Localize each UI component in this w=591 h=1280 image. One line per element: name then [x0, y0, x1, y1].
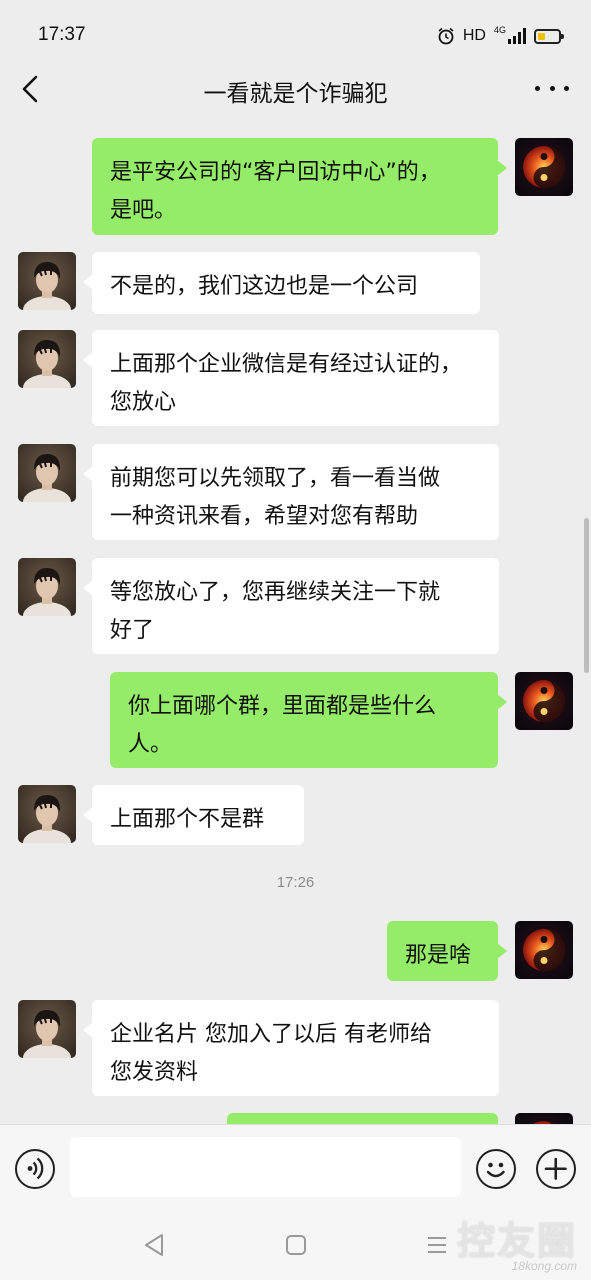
- message-text-line: 您放心: [110, 390, 177, 415]
- contact-avatar[interactable]: [18, 558, 76, 616]
- message-text-line: 一种资讯来看，希望对您有帮助: [110, 504, 419, 529]
- scroll-indicator[interactable]: [584, 518, 589, 673]
- message-text-line: 您发资料: [110, 1060, 199, 1085]
- voice-button[interactable]: [15, 1149, 55, 1189]
- battery-icon: [534, 28, 564, 44]
- emoji-icon: [486, 1162, 505, 1178]
- more-button[interactable]: [535, 76, 569, 100]
- system-back-button[interactable]: [140, 1230, 170, 1260]
- message-text-line: 等您放心了，您再继续关注一下就: [110, 580, 441, 605]
- received-message-bubble[interactable]: 等您放心了，您再继续关注一下就 好了: [83, 558, 499, 654]
- received-message-bubble[interactable]: 不是的，我们这边也是一个公司: [83, 252, 480, 314]
- message-text-line: 是平安公司的“客户回访中心”的，: [110, 160, 441, 185]
- message-text-line: 好了: [110, 618, 155, 643]
- sent-message-bubble[interactable]: 你上面哪个群，里面都是些什么 人。: [110, 672, 507, 768]
- message-text-line: 企业名片 您加入了以后 有老师给: [110, 1022, 432, 1047]
- received-message-bubble[interactable]: 上面那个不是群: [83, 785, 304, 845]
- network-type: 4G: [493, 25, 506, 35]
- message-text-line: 是吧。: [110, 198, 177, 223]
- message-text-line: 不是的，我们这边也是一个公司: [110, 274, 419, 299]
- system-nav-bar: 控友圈 18kong.com: [0, 1210, 591, 1280]
- status-icons: HD 4G: [437, 24, 564, 48]
- status-time: 17:37: [38, 24, 86, 45]
- menu-lines-icon: [428, 1237, 446, 1253]
- contact-avatar[interactable]: [18, 785, 76, 843]
- my-avatar[interactable]: [515, 672, 573, 730]
- chat-header: 一看就是个诈骗犯: [0, 66, 591, 116]
- message-timestamp: 17:26: [276, 874, 315, 891]
- hd-indicator: HD: [462, 27, 486, 44]
- contact-avatar[interactable]: [18, 1000, 76, 1058]
- received-message-bubble[interactable]: 前期您可以先领取了，看一看当做 一种资讯来看，希望对您有帮助: [83, 444, 499, 540]
- square-home-icon: [286, 1235, 306, 1255]
- sent-message-bubble[interactable]: 那是啥: [387, 921, 507, 981]
- emoji-button[interactable]: [476, 1149, 516, 1189]
- plus-icon: [544, 1157, 567, 1180]
- contact-avatar[interactable]: [18, 444, 76, 502]
- plus-button[interactable]: [536, 1149, 576, 1189]
- alarm-icon: [438, 27, 454, 45]
- system-menu-button[interactable]: [422, 1230, 452, 1260]
- status-bar: 17:37 HD 4G: [0, 0, 591, 66]
- message-input[interactable]: [70, 1137, 461, 1197]
- received-message-bubble[interactable]: 上面那个企业微信是有经过认证的， 您放心: [83, 330, 499, 426]
- message-text-line: 人。: [128, 732, 173, 757]
- system-home-button[interactable]: [281, 1230, 311, 1260]
- message-text-line: 你上面哪个群，里面都是些什么: [128, 694, 437, 719]
- my-avatar[interactable]: [515, 138, 573, 196]
- message-text-line: 前期您可以先领取了，看一看当做: [110, 466, 441, 491]
- voice-icon: [27, 1157, 44, 1180]
- message-text-line: 上面那个不是群: [110, 807, 265, 832]
- battery-level: [538, 32, 546, 40]
- signal-icon: [508, 28, 526, 44]
- contact-avatar[interactable]: [18, 330, 76, 388]
- watermark: 控友圈 18kong.com: [457, 1210, 577, 1273]
- input-bar: [0, 1124, 591, 1210]
- message-text-line: 上面那个企业微信是有经过认证的，: [110, 352, 463, 377]
- sent-message-bubble[interactable]: 是平安公司的“客户回访中心”的， 是吧。: [92, 138, 507, 235]
- triangle-back-icon: [145, 1234, 163, 1256]
- message-text-line: 那是啥: [405, 943, 472, 968]
- received-message-bubble[interactable]: 企业名片 您加入了以后 有老师给 您发资料: [83, 1000, 499, 1096]
- contact-avatar[interactable]: [18, 252, 76, 310]
- chat-title: 一看就是个诈骗犯: [203, 81, 388, 107]
- watermark-text: 控友圈: [456, 1219, 577, 1263]
- more-dots-icon: [535, 85, 540, 91]
- my-avatar[interactable]: [515, 921, 573, 979]
